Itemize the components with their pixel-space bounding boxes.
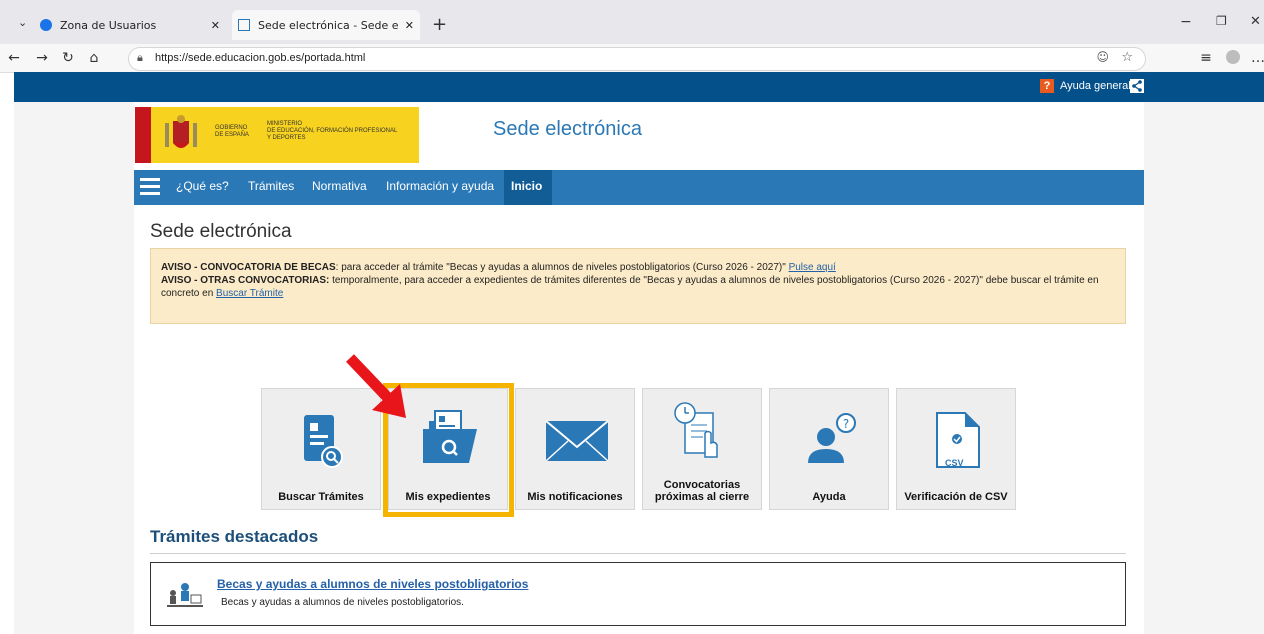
tile-label: Mis notificaciones: [527, 491, 623, 503]
tab-sede-electronica[interactable]: Sede electrónica - Sede electrónica ✕: [232, 10, 420, 40]
ministerio-text: MINISTERIO DE EDUCACIÓN, FORMACIÓN PROFE…: [267, 121, 398, 141]
menu-item-normativa[interactable]: Normativa: [312, 179, 367, 193]
user-help-icon: ?: [770, 405, 888, 475]
browser-tab-bar: ⌄ Zona de Usuarios ✕ Sede electrónica - …: [0, 0, 1264, 44]
url-field[interactable]: 🔒︎ https://sede.educacion.gob.es/portada…: [128, 47, 1146, 71]
reader-icon[interactable]: ☺: [1096, 50, 1109, 64]
hamburger-menu-icon[interactable]: [140, 178, 160, 196]
more-icon[interactable]: …: [1248, 48, 1264, 68]
home-icon[interactable]: ⌂: [84, 48, 104, 68]
menu-item-label: Inicio: [511, 179, 543, 193]
tab-favicon-icon: [40, 19, 52, 31]
tile-label: Ayuda: [812, 491, 846, 503]
menu-item-informacion-ayuda[interactable]: Información y ayuda: [386, 179, 494, 193]
url-text: https://sede.educacion.gob.es/portada.ht…: [155, 52, 366, 64]
tab-zona-usuarios[interactable]: Zona de Usuarios ✕: [40, 10, 230, 40]
pulse-aqui-link[interactable]: Pulse aquí: [789, 262, 836, 273]
favorites-icon[interactable]: ≡: [1196, 48, 1216, 68]
main-menu: ¿Qué es? Trámites Normativa Información …: [134, 170, 1144, 205]
browser-address-bar: ← → ↻ ⌂ 🔒︎ https://sede.educacion.gob.es…: [0, 44, 1264, 73]
tile-label: Buscar Trámites: [278, 491, 364, 503]
share-icon[interactable]: [1130, 79, 1144, 93]
tab-actions-icon[interactable]: ⌄: [18, 16, 27, 29]
featured-divider: [150, 553, 1126, 554]
notice-becas: AVISO - CONVOCATORIA DE BECAS: para acce…: [161, 261, 1115, 274]
notice-becas-title: AVISO - CONVOCATORIA DE BECAS: [161, 262, 336, 273]
new-tab-button[interactable]: +: [432, 14, 447, 35]
tab-title: Zona de Usuarios: [60, 18, 157, 32]
help-label: Ayuda general: [1060, 80, 1131, 92]
tab-favicon-icon: [238, 19, 250, 31]
becas-description: Becas y ayudas a alumnos de niveles post…: [221, 597, 464, 608]
eu-flag-stripe: [135, 107, 151, 163]
refresh-icon[interactable]: ↻: [58, 48, 78, 68]
menu-item-tramites[interactable]: Trámites: [248, 179, 294, 193]
tile-label: Verificación de CSV: [904, 491, 1008, 503]
page-title: Sede electrónica: [150, 221, 292, 242]
featured-card: Becas y ayudas a alumnos de niveles post…: [150, 562, 1126, 626]
profile-avatar[interactable]: [1226, 50, 1240, 64]
tile-verificacion-csv[interactable]: CSV Verificación de CSV: [896, 388, 1016, 510]
menu-item-inicio[interactable]: Inicio: [504, 170, 552, 205]
site-title: Sede electrónica: [493, 118, 642, 140]
clock-document-hand-icon: [643, 399, 761, 469]
notice-otras: AVISO - OTRAS CONVOCATORIAS: temporalmen…: [161, 274, 1115, 300]
buscar-tramite-link[interactable]: Buscar Trámite: [216, 288, 283, 299]
svg-text:?: ?: [843, 417, 849, 431]
becas-link[interactable]: Becas y ayudas a alumnos de niveles post…: [217, 577, 528, 591]
featured-heading: Trámites destacados: [150, 527, 319, 546]
back-icon[interactable]: ←: [4, 48, 24, 68]
menu-item-que-es[interactable]: ¿Qué es?: [176, 179, 229, 193]
lock-icon: 🔒︎: [137, 51, 143, 64]
minimize-button[interactable]: −: [1180, 14, 1192, 30]
gobierno-text: GOBIERNO DE ESPAÑA: [215, 125, 249, 138]
close-tab-icon[interactable]: ✕: [405, 19, 414, 32]
restore-button[interactable]: ❐: [1216, 14, 1227, 28]
csv-badge: CSV: [945, 458, 964, 468]
coat-of-arms-icon: [159, 113, 203, 157]
students-icon: [165, 579, 205, 611]
help-question-icon: ?: [1040, 79, 1054, 93]
notice-box: AVISO - CONVOCATORIA DE BECAS: para acce…: [150, 248, 1126, 324]
red-arrow-icon: [342, 352, 412, 424]
tile-convocatorias[interactable]: Convocatorias próximas al cierre: [642, 388, 762, 510]
favorite-star-icon[interactable]: ☆: [1121, 50, 1133, 65]
forward-icon[interactable]: →: [32, 48, 52, 68]
notice-otras-title: AVISO - OTRAS CONVOCATORIAS:: [161, 275, 330, 286]
close-window-button[interactable]: ✕: [1250, 14, 1261, 29]
envelope-icon: [516, 405, 634, 475]
tile-label: Convocatorias próximas al cierre: [654, 479, 750, 503]
tile-ayuda[interactable]: ? Ayuda: [769, 388, 889, 510]
tab-title: Sede electrónica - Sede electrónica: [258, 18, 398, 32]
close-tab-icon[interactable]: ✕: [211, 19, 220, 32]
help-button[interactable]: ? Ayuda general: [1040, 79, 1131, 93]
tile-mis-notificaciones[interactable]: Mis notificaciones: [515, 388, 635, 510]
government-logo[interactable]: GOBIERNO DE ESPAÑA MINISTERIO DE EDUCACI…: [135, 107, 419, 163]
notice-becas-text: : para acceder al trámite "Becas y ayuda…: [335, 262, 789, 273]
